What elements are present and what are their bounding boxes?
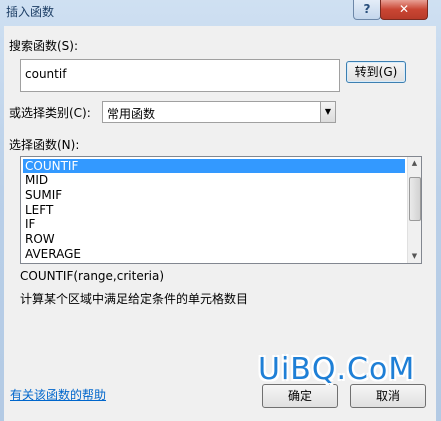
go-button[interactable]: 转到(G) (346, 61, 406, 83)
list-item-left[interactable]: LEFT (23, 203, 405, 217)
function-description: 计算某个区域中满足给定条件的单元格数目 (20, 292, 249, 306)
category-select[interactable]: 常用函数 ▼ (102, 101, 336, 123)
help-button[interactable]: ? (353, 0, 381, 20)
list-item-average[interactable]: AVERAGE (23, 247, 405, 261)
scroll-up-icon[interactable]: ▲ (408, 157, 421, 170)
scroll-thumb[interactable] (409, 177, 421, 221)
insert-function-dialog: 插入函数 ? ✕ 搜索函数(S): 转到(G) 或选择类别(C): 常用函数 ▼… (0, 0, 441, 421)
search-box[interactable] (20, 59, 340, 92)
list-item-sumif[interactable]: SUMIF (23, 188, 405, 202)
list-item-row[interactable]: ROW (23, 232, 405, 246)
ok-button[interactable]: 确定 (262, 384, 338, 408)
list-scrollbar[interactable]: ▲ ▼ (407, 157, 421, 263)
list-item-if[interactable]: IF (23, 217, 405, 231)
search-label: 搜索函数(S): (9, 39, 79, 53)
function-listbox[interactable]: COUNTIF MID SUMIF LEFT IF ROW AVERAGE ▲ … (20, 156, 422, 264)
cancel-button[interactable]: 取消 (350, 384, 426, 408)
scroll-down-icon[interactable]: ▼ (408, 250, 421, 263)
search-input[interactable] (25, 67, 325, 81)
watermark: UiBQ.CoM (258, 352, 416, 387)
function-signature: COUNTIF(range,criteria) (20, 269, 164, 283)
chevron-down-icon[interactable]: ▼ (320, 102, 335, 122)
window-title: 插入函数 (6, 5, 55, 19)
help-link[interactable]: 有关该函数的帮助 (10, 386, 106, 403)
function-list-label: 选择函数(N): (9, 138, 80, 152)
category-value: 常用函数 (107, 107, 156, 121)
list-item-countif[interactable]: COUNTIF (23, 159, 405, 173)
category-label: 或选择类别(C): (9, 106, 91, 120)
title-bar[interactable]: 插入函数 ? ✕ (0, 0, 441, 22)
close-button[interactable]: ✕ (380, 0, 428, 20)
list-item-mid[interactable]: MID (23, 173, 405, 187)
